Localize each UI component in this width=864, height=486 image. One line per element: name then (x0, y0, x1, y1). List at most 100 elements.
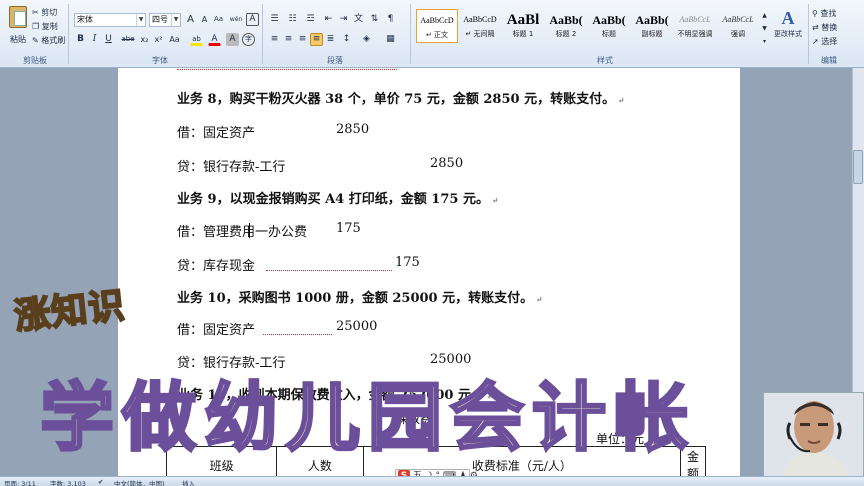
underline-button[interactable]: U (102, 33, 115, 46)
binoculars-icon: ⚲ (812, 9, 818, 18)
style-item[interactable]: AaBbCcL 强调 (717, 9, 759, 43)
replace-icon: ⇄ (812, 23, 819, 32)
style-sample: AaBl (506, 12, 540, 28)
style-sample: AaBbCcD (463, 15, 497, 24)
proofing-icon[interactable]: ✔ (98, 478, 103, 486)
tab-underline (266, 270, 392, 271)
style-name: 副标题 (641, 30, 663, 38)
change-styles-button[interactable]: A 更改样式 (771, 8, 805, 39)
align-left-icon[interactable]: ≡ (268, 33, 281, 46)
style-name: 标题 (602, 30, 616, 38)
entry-label: 贷：库存现金 (177, 259, 256, 274)
gallery-scroll-up[interactable]: ▲ (760, 9, 769, 22)
scissors-icon: ✂ (32, 8, 39, 17)
enclose-char-button[interactable]: 字 (242, 33, 255, 46)
shrink-font-button[interactable]: A (198, 13, 211, 26)
clipboard-icon (9, 6, 27, 28)
group-separator (410, 4, 411, 64)
style-sample: AaBbCcL (722, 15, 754, 24)
style-name: 不明显强调 (677, 30, 713, 38)
scrollbar-thumb[interactable] (853, 150, 863, 184)
text-cursor (249, 223, 250, 238)
multilevel-list-icon[interactable]: ☲ (304, 13, 317, 26)
group-separator (808, 4, 809, 64)
strikethrough-button[interactable]: abe (120, 33, 136, 46)
group-separator (68, 4, 69, 64)
font-size-combo[interactable]: 四号 ▼ (149, 13, 181, 27)
gallery-more[interactable]: ▾ (760, 35, 769, 48)
italic-button[interactable]: I (88, 33, 101, 46)
sort-icon[interactable]: ⇅ (368, 13, 381, 26)
group-separator (262, 4, 263, 64)
shading-icon[interactable]: ◈ (360, 33, 373, 46)
align-center-icon[interactable]: ≡ (282, 33, 295, 46)
numbering-icon[interactable]: ☷ (286, 13, 299, 26)
style-item[interactable]: AaBbCcL 不明显强调 (674, 9, 716, 43)
cut-button[interactable]: ✂ 剪切 (32, 7, 57, 18)
font-color-button[interactable]: A (208, 33, 221, 46)
select-button[interactable]: ➚ 选择 (812, 36, 837, 47)
show-marks-icon[interactable]: ¶ (384, 13, 397, 26)
prev-line-fragment (177, 68, 397, 70)
font-group-label: 字体 (152, 56, 168, 65)
format-painter-button[interactable]: ✎ 格式刷 (32, 35, 65, 46)
style-item[interactable]: AaBb( 副标题 (631, 9, 673, 43)
bullets-icon[interactable]: ☰ (268, 13, 281, 26)
style-name: ↵ 无间隔 (465, 30, 495, 38)
entry-label: 借：固定资产 (177, 323, 256, 338)
cursor-icon: ➚ (812, 37, 819, 46)
distributed-icon[interactable]: ≣ (324, 33, 337, 46)
chevron-down-icon: ▼ (136, 14, 145, 26)
clipboard-group-label: 剪贴板 (23, 56, 47, 65)
webcam-feed (763, 392, 864, 480)
font-family-combo[interactable]: 宋体 ▼ (74, 13, 146, 27)
page-indicator[interactable]: 页面: 3/11 (4, 478, 36, 486)
paste-button[interactable]: 粘贴 (6, 6, 30, 46)
style-item[interactable]: AaBb(标题 2 (545, 9, 587, 43)
word-count[interactable]: 字数: 3,103 (50, 478, 86, 486)
gallery-scroll-down[interactable]: ▼ (760, 22, 769, 35)
change-case-button[interactable]: Aa (168, 33, 181, 46)
subscript-button[interactable]: x₂ (138, 33, 151, 46)
bold-button[interactable]: B (74, 33, 87, 46)
borders-icon[interactable]: ▦ (384, 33, 397, 46)
clear-format-button[interactable]: Aa (212, 13, 225, 26)
increase-indent-icon[interactable]: ⇥ (337, 13, 350, 26)
change-styles-icon: A (781, 8, 795, 28)
style-item[interactable]: AaBbCcD ↵ 正文 (416, 9, 458, 43)
superscript-button[interactable]: x² (152, 33, 165, 46)
char-border-button[interactable]: A (246, 13, 259, 26)
tab-underline (263, 334, 332, 335)
entry-amount: 2850 (336, 122, 370, 137)
style-item[interactable]: AaBb( 标题 (588, 9, 630, 43)
find-button[interactable]: ⚲ 查找 (812, 8, 836, 19)
style-sample: AaBbCcD (420, 16, 454, 25)
overlay-title: 学做幼儿园会计帐 (39, 374, 696, 463)
justify-icon[interactable]: ≡ (310, 33, 323, 46)
chinese-layout-icon[interactable]: 文 (352, 13, 365, 26)
line-spacing-icon[interactable]: ↕ (340, 33, 353, 46)
style-item[interactable]: AaBbCcD ↵ 无间隔 (459, 9, 501, 43)
align-right-icon[interactable]: ≡ (296, 33, 309, 46)
language-indicator[interactable]: 中文(简体，中国) (114, 478, 165, 486)
entry-label: 借：固定资产 (177, 126, 256, 141)
decrease-indent-icon[interactable]: ⇤ (322, 13, 335, 26)
grow-font-button[interactable]: A (184, 13, 197, 26)
business-line: 业务 10，采购图书 1000 册，金额 25000 元，转账支付。 ↵ (177, 291, 543, 306)
ribbon: 粘贴 ✂ 剪切 ❐ 复制 ✎ 格式刷 剪贴板 宋体 ▼ 四号 ▼ A A Aa wé… (0, 0, 864, 68)
paragraph-group-label: 段落 (327, 56, 343, 65)
style-sample: AaBb( (549, 13, 583, 27)
phonetic-guide-button[interactable]: wén (228, 13, 244, 26)
business-line: 业务 8，购买干粉灭火器 38 个，单价 75 元，金额 2850 元，转账支付… (177, 92, 625, 107)
style-item[interactable]: AaBl 标题 1 (502, 9, 544, 43)
brush-icon: ✎ (32, 36, 39, 45)
insert-mode[interactable]: 插入 (182, 478, 195, 486)
business-line: 业务 9，以现金报销购买 A4 打印纸，金额 175 元。 ↵ (177, 192, 499, 207)
highlight-button[interactable]: ab (190, 33, 203, 46)
style-sample: AaBb( (635, 13, 669, 27)
style-sample: AaBb( (592, 13, 626, 27)
presenter-image (764, 393, 863, 479)
replace-button[interactable]: ⇄ 替换 (812, 22, 837, 33)
copy-button[interactable]: ❐ 复制 (32, 21, 58, 32)
char-shading-button[interactable]: A (226, 33, 239, 46)
